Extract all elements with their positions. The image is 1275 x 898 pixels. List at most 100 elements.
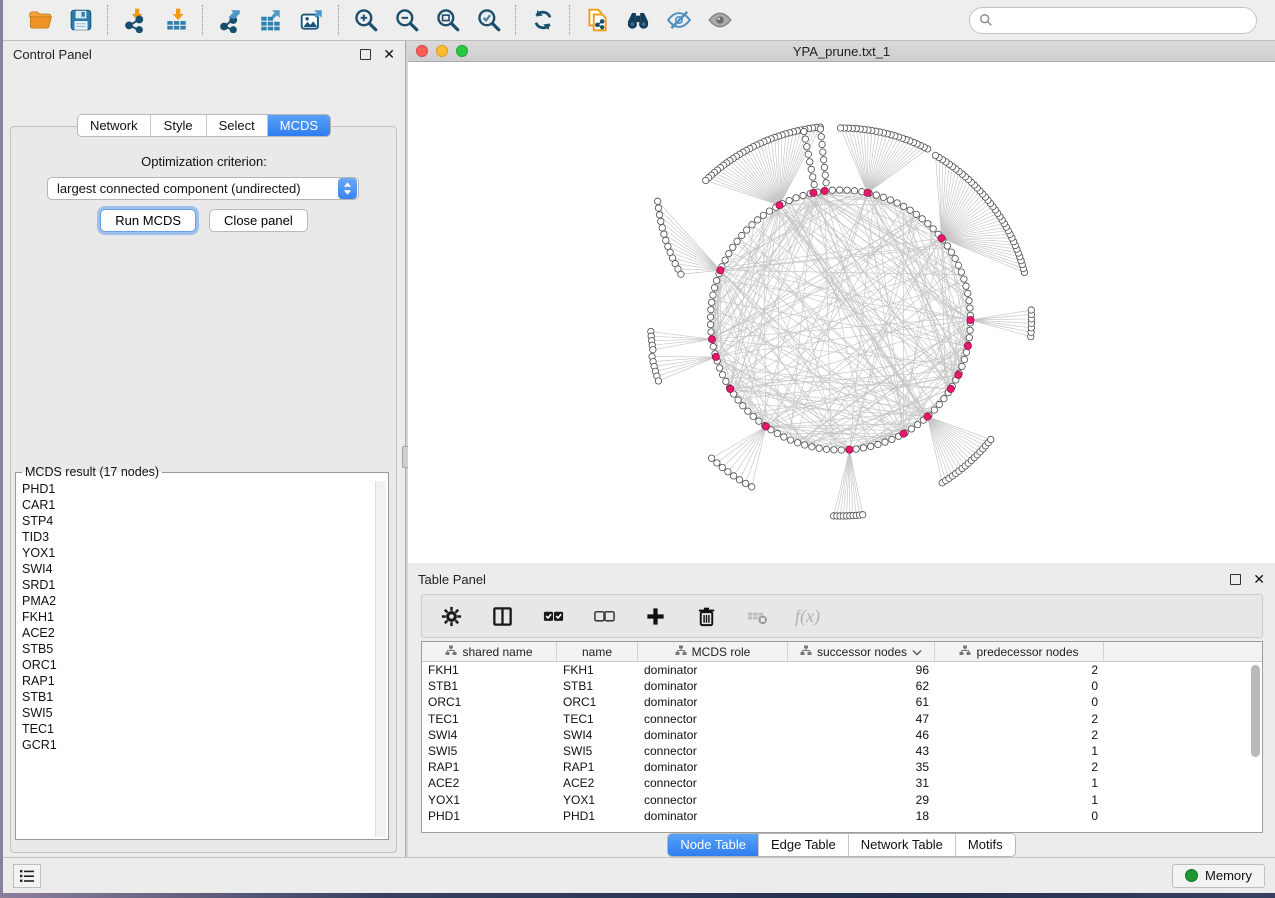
leaf-node[interactable] — [932, 152, 938, 158]
cell-name[interactable]: RAP1 — [557, 760, 638, 774]
result-node[interactable]: SWI4 — [22, 561, 374, 577]
mcds-result-list[interactable]: PHD1CAR1STP4TID3YOX1SWI4SRD1PMA2FKH1ACE2… — [22, 481, 374, 837]
result-node[interactable]: PHD1 — [22, 481, 374, 497]
leaf-node[interactable] — [736, 477, 742, 483]
mcds-hub-node[interactable] — [810, 189, 817, 196]
cell-name[interactable]: TEC1 — [557, 712, 638, 726]
result-node[interactable]: ORC1 — [22, 657, 374, 673]
leaf-node[interactable] — [663, 237, 669, 243]
ring-node[interactable] — [966, 334, 972, 340]
cell-role[interactable]: dominator — [638, 760, 788, 774]
mcds-hub-node[interactable] — [924, 413, 931, 420]
leaf-node[interactable] — [808, 166, 814, 172]
table-row[interactable]: FKH1FKH1dominator962 — [422, 662, 1262, 678]
tab-network[interactable]: Network — [78, 115, 151, 136]
mcds-hub-node[interactable] — [947, 385, 954, 392]
result-node[interactable]: STP4 — [22, 513, 374, 529]
cell-role[interactable]: dominator — [638, 679, 788, 693]
save-icon[interactable] — [67, 7, 94, 34]
cell-predecessors[interactable]: 1 — [935, 793, 1104, 807]
result-node[interactable]: SWI5 — [22, 705, 374, 721]
cell-successors[interactable]: 18 — [788, 809, 935, 823]
cell-predecessors[interactable]: 1 — [935, 776, 1104, 790]
ring-node[interactable] — [967, 327, 973, 333]
cell-successors[interactable]: 96 — [788, 663, 935, 677]
ring-node[interactable] — [931, 407, 937, 413]
mcds-hub-node[interactable] — [900, 430, 907, 437]
add-column-plus-icon[interactable] — [642, 603, 669, 630]
ring-node[interactable] — [882, 439, 888, 445]
ring-node[interactable] — [754, 217, 760, 223]
ring-node[interactable] — [774, 430, 780, 436]
ring-node[interactable] — [961, 276, 967, 282]
leaf-node[interactable] — [811, 181, 817, 187]
ring-node[interactable] — [831, 447, 837, 453]
ring-node[interactable] — [726, 250, 732, 256]
ring-node[interactable] — [952, 255, 958, 261]
mcds-hub-node[interactable] — [964, 342, 971, 349]
ring-node[interactable] — [873, 192, 879, 198]
run-mcds-button[interactable]: Run MCDS — [100, 209, 196, 232]
leaf-node[interactable] — [802, 136, 808, 142]
export-network-icon[interactable] — [216, 7, 243, 34]
leaf-node[interactable] — [655, 378, 661, 384]
tab-style[interactable]: Style — [151, 115, 207, 136]
table-row[interactable]: ORC1ORC1dominator610 — [422, 694, 1262, 710]
ring-node[interactable] — [936, 401, 942, 407]
table-row[interactable]: PHD1PHD1dominator180 — [422, 808, 1262, 824]
ring-node[interactable] — [743, 227, 749, 233]
ring-node[interactable] — [838, 447, 844, 453]
cell-successors[interactable]: 46 — [788, 728, 935, 742]
cell-name[interactable]: ORC1 — [557, 695, 638, 709]
ring-node[interactable] — [760, 212, 766, 218]
mcds-hub-node[interactable] — [708, 336, 715, 343]
leaf-node[interactable] — [818, 134, 824, 140]
export-image-icon[interactable] — [298, 7, 325, 34]
column-header-name[interactable]: name — [557, 642, 638, 661]
tab-mcds[interactable]: MCDS — [268, 115, 330, 136]
leaf-node[interactable] — [859, 512, 865, 518]
close-table-panel-icon[interactable]: ✕ — [1253, 572, 1265, 586]
result-node[interactable]: FKH1 — [22, 609, 374, 625]
cell-shared-name[interactable]: TEC1 — [422, 712, 557, 726]
ring-node[interactable] — [719, 372, 725, 378]
result-node[interactable]: STB5 — [22, 641, 374, 657]
leaf-node[interactable] — [658, 218, 664, 224]
leaf-node[interactable] — [742, 480, 748, 486]
result-node[interactable]: PMA2 — [22, 593, 374, 609]
ring-node[interactable] — [875, 441, 881, 447]
mcds-hub-node[interactable] — [864, 189, 871, 196]
show-all-eye-icon[interactable] — [706, 7, 733, 34]
leaf-node[interactable] — [807, 159, 813, 165]
leaf-node[interactable] — [714, 460, 720, 466]
ring-node[interactable] — [963, 349, 969, 355]
ring-node[interactable] — [735, 397, 741, 403]
cell-name[interactable]: SWI5 — [557, 744, 638, 758]
ring-node[interactable] — [860, 445, 866, 451]
table-row[interactable]: SWI5SWI5connector431 — [422, 743, 1262, 759]
leaf-node[interactable] — [837, 125, 843, 131]
column-header-successor-nodes[interactable]: successor nodes — [788, 642, 935, 661]
network-canvas[interactable] — [408, 62, 1275, 563]
mcds-hub-node[interactable] — [776, 202, 783, 209]
mcds-hub-node[interactable] — [967, 316, 974, 323]
cell-successors[interactable]: 61 — [788, 695, 935, 709]
cell-predecessors[interactable]: 2 — [935, 760, 1104, 774]
leaf-node[interactable] — [656, 212, 662, 218]
leaf-node[interactable] — [817, 126, 823, 132]
cell-shared-name[interactable]: SWI4 — [422, 728, 557, 742]
delete-column-trash-icon[interactable] — [693, 603, 720, 630]
cell-shared-name[interactable]: ACE2 — [422, 776, 557, 790]
search-binoculars-icon[interactable] — [624, 7, 651, 34]
cell-shared-name[interactable]: ORC1 — [422, 695, 557, 709]
leaf-node[interactable] — [809, 174, 815, 180]
cell-successors[interactable]: 35 — [788, 760, 935, 774]
table-row[interactable]: YOX1YOX1connector291 — [422, 792, 1262, 808]
cell-shared-name[interactable]: PHD1 — [422, 809, 557, 823]
ring-node[interactable] — [887, 197, 893, 203]
ring-node[interactable] — [868, 443, 874, 449]
ring-node[interactable] — [853, 446, 859, 452]
column-header-predecessor-nodes[interactable]: predecessor nodes — [935, 642, 1104, 661]
ring-node[interactable] — [708, 329, 714, 335]
ring-node[interactable] — [836, 187, 842, 193]
